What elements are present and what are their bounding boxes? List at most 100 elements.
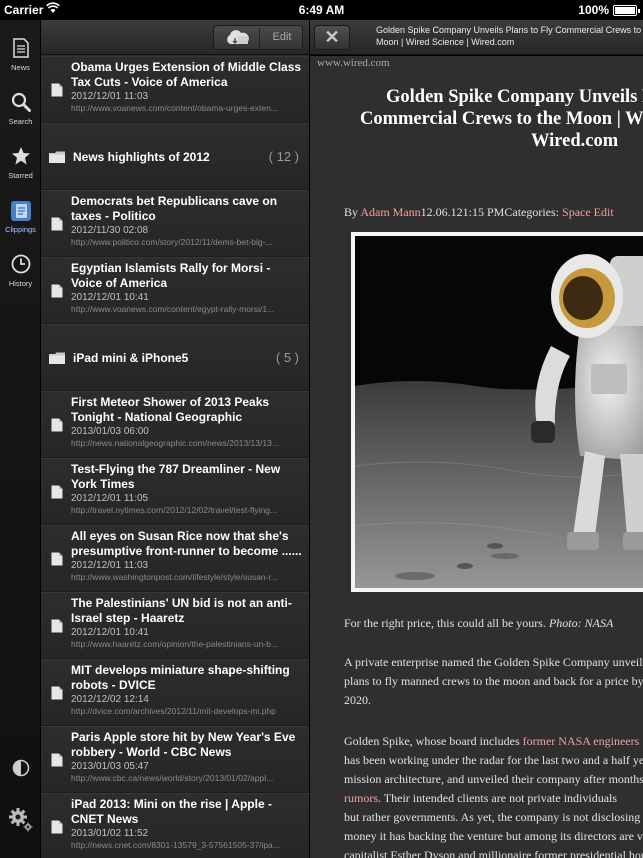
tab-history[interactable]: History [0, 248, 41, 302]
headline-line: Commercial Crews to the Moon | Wired Sci… [360, 109, 643, 129]
article-photo-astronaut [351, 232, 643, 592]
byline-categories-label: Categories: [504, 205, 563, 219]
article-byline: By Adam Mann12.06.121:15 PMCategories: S… [344, 205, 614, 220]
folder-row[interactable]: News highlights of 2012 ( 12 ) [41, 123, 309, 190]
clipping-url: http://news.cnet.com/8301-13579_3-575615… [71, 840, 280, 850]
paragraph-line: mission architecture, and unveiled their… [344, 772, 643, 786]
paragraph-line: 2020. [344, 693, 371, 707]
status-bar: Carrier 6:49 AM 100% [0, 0, 643, 20]
clipping-row[interactable]: MIT develops miniature shape-shifting ro… [41, 659, 309, 726]
clippings-list-panel: Edit Obama Urges Extension of Middle Cla… [41, 20, 309, 858]
clipping-row[interactable]: The Palestinians' UN bid is not an anti-… [41, 592, 309, 659]
document-icon [51, 552, 63, 571]
article-paragraph-1: A private enterprise named the Golden Sp… [344, 653, 643, 710]
article-toolbar: ✕ Golden Spike Company Unveils Plans to … [310, 20, 643, 55]
clipping-date: 2012/12/01 11:03 [71, 560, 149, 571]
battery-percent: 100% [578, 3, 609, 17]
clipping-row[interactable]: First Meteor Shower of 2013 Peaks Tonigh… [41, 391, 309, 458]
document-icon [51, 485, 63, 504]
folder-icon [48, 150, 66, 169]
tab-search[interactable]: Search [0, 86, 41, 140]
settings-button[interactable] [0, 807, 41, 838]
document-icon [51, 217, 63, 236]
clippings-list: Obama Urges Extension of Middle Class Ta… [41, 56, 309, 858]
clipping-url: http://news.nationalgeographic.com/news/… [71, 438, 279, 448]
clipping-row[interactable]: Paris Apple store hit by New Year's Eve … [41, 726, 309, 793]
paragraph-line: has been working under the radar for the… [344, 753, 643, 767]
clipping-title: All eyes on Susan Rice now that she's pr… [71, 529, 302, 558]
clipping-title: First Meteor Shower of 2013 Peaks Tonigh… [71, 395, 270, 424]
former-nasa-link[interactable]: former NASA engineers [523, 734, 640, 748]
clipping-url: http://www.cbc.ca/news/world/story/2013/… [71, 773, 274, 783]
document-icon [51, 820, 63, 839]
caption-text: For the right price, this could all be y… [344, 616, 549, 630]
clipping-date: 2013/01/02 11:52 [71, 828, 149, 839]
edit-button[interactable]: Edit [260, 26, 304, 49]
clipping-row[interactable]: All eyes on Susan Rice now that she's pr… [41, 525, 309, 592]
list-toolbar: Edit [41, 20, 309, 55]
clipping-row[interactable]: Obama Urges Extension of Middle Class Ta… [41, 56, 309, 123]
clipping-title: Egyptian Islamists Rally for Morsi - Voi… [71, 261, 271, 290]
paragraph-line: capitalist Esther Dyson and millionaire … [344, 848, 643, 858]
folder-row[interactable]: iPad mini & iPhone5 ( 5 ) [41, 324, 309, 391]
contrast-icon [12, 759, 29, 777]
byline-prefix: By [344, 205, 361, 219]
author-link[interactable]: Adam Mann [360, 205, 420, 219]
clipping-row[interactable]: Democrats bet Republicans cave on taxes … [41, 190, 309, 257]
document-icon [51, 418, 63, 437]
byline-time: 1:15 PM [462, 205, 505, 219]
paragraph-line: A private enterprise named the Golden Sp… [344, 655, 643, 669]
clock: 6:49 AM [298, 3, 345, 17]
headline-line: Golden Spike Company Unveils Plans to Fl… [386, 87, 643, 107]
paragraph-line: plans to fly manned crews to the moon an… [344, 674, 643, 688]
folder-title: News highlights of 2012 [73, 150, 210, 164]
rumors-link[interactable]: rumors [344, 791, 378, 805]
clipping-url: http://www.voanews.com/content/egypt-ral… [71, 304, 275, 314]
article-source: www.wired.com [317, 57, 390, 69]
article-toolbar-title: Golden Spike Company Unveils Plans to Fl… [376, 24, 643, 50]
paragraph-line: but rather governments. As yet, the comp… [344, 810, 643, 824]
clipping-title: Democrats bet Republicans cave on taxes … [71, 194, 278, 223]
gear-icon [8, 808, 32, 832]
tab-news[interactable]: News [0, 32, 41, 86]
tab-label: Clippings [5, 225, 36, 234]
clipping-title: Obama Urges Extension of Middle Class Ta… [71, 60, 302, 89]
clipping-row[interactable]: Test-Flying the 787 Dreamliner - New Yor… [41, 458, 309, 525]
clipping-url: http://www.politico.com/story/2012/11/de… [71, 237, 273, 247]
byline-date: 12.06.12 [420, 205, 463, 219]
clipping-url: http://www.voanews.com/content/obama-urg… [71, 103, 278, 113]
tab-clippings[interactable]: Clippings [0, 194, 41, 248]
category-link[interactable]: Space [562, 205, 591, 219]
document-icon [51, 753, 63, 772]
search-icon [0, 86, 41, 116]
article-paragraph-2: Golden Spike, whose board includes forme… [344, 732, 643, 858]
clipping-title: The Palestinians' UN bid is not an anti-… [71, 596, 292, 625]
clipping-url: http://dvice.com/archives/2012/11/mit-de… [71, 706, 276, 716]
folder-count: ( 12 ) [268, 149, 299, 164]
caption-credit: Photo: NASA [548, 616, 614, 630]
clipping-title: MIT develops miniature shape-shifting ro… [71, 663, 290, 692]
close-button[interactable]: ✕ [314, 25, 350, 50]
folder-icon [48, 351, 66, 370]
article-view[interactable]: www.wired.com Golden Spike Company Unvei… [310, 56, 643, 858]
clipping-row[interactable]: Egyptian Islamists Rally for Morsi - Voi… [41, 257, 309, 324]
cloud-sync-button[interactable] [224, 29, 250, 51]
toolbar-title-line: Moon | Wired Science | Wired.com [376, 37, 515, 47]
headline-line: Wired.com [531, 131, 619, 151]
clipping-row[interactable]: iPad 2013: Mini on the rise | Apple - CN… [41, 793, 309, 858]
tab-starred[interactable]: Starred [0, 140, 41, 194]
paragraph-line: money it has backing the venture but amo… [344, 829, 643, 843]
toolbar-button-group: Edit [213, 25, 303, 50]
edit-link[interactable]: Edit [594, 205, 614, 219]
history-icon [0, 248, 41, 278]
night-mode-button[interactable] [0, 759, 41, 782]
clipping-title: Test-Flying the 787 Dreamliner - New Yor… [71, 462, 281, 491]
document-icon [51, 83, 63, 102]
clipping-title: iPad 2013: Mini on the rise | Apple - CN… [71, 797, 272, 826]
article-headline: Golden Spike Company Unveils Plans to Fl… [310, 86, 643, 152]
clipping-date: 2012/12/01 10:41 [71, 627, 149, 638]
star-icon [0, 140, 41, 170]
cloud-icon [227, 30, 249, 44]
clipping-date: 2012/12/01 11:03 [71, 91, 149, 102]
tab-label: History [8, 279, 33, 288]
